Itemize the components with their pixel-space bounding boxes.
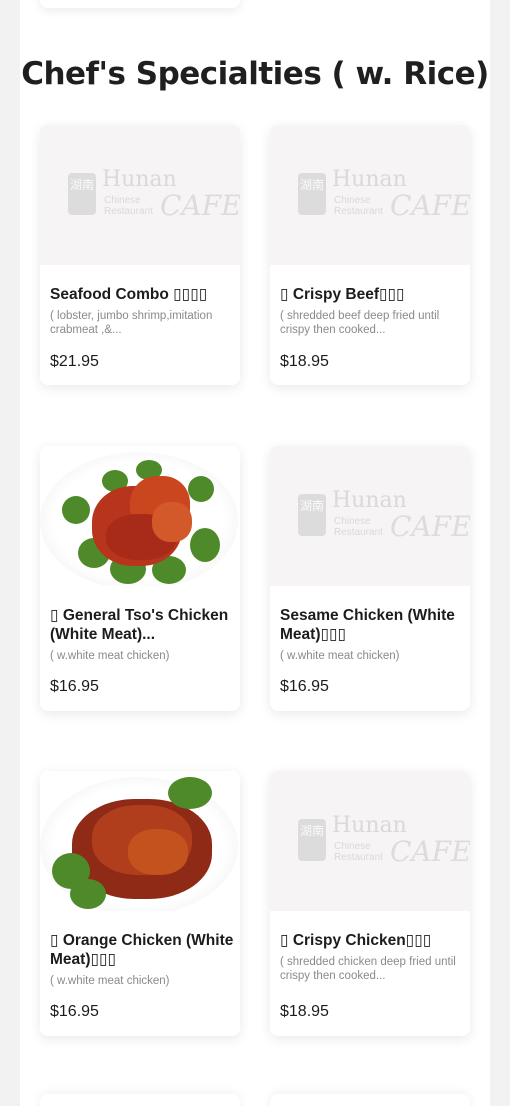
menu-item-description: ( shredded beef deep fried until crispy … [280, 310, 440, 336]
menu-item-card[interactable]: 湖南 Hunan Chinese Restaurant CAFE Sesame C… [270, 446, 470, 711]
menu-item-name: ▯ Crispy Chicken▯▯▯ [280, 932, 432, 949]
menu-item-description: ( shredded chicken deep fried until cris… [280, 956, 456, 982]
menu-item-card[interactable]: ▯ Orange Chicken (White Meat)▯▯▯ ( w.whi… [40, 771, 240, 1036]
menu-item-description: ( lobster, jumbo shrimp,imitation crabme… [50, 310, 213, 336]
menu-item-card[interactable]: ▯ General Tso's Chicken (White Meat)... … [40, 446, 240, 711]
menu-item-image: 湖南 Hunan Chinese Restaurant CAFE [270, 771, 470, 911]
section-title: Chef's Specialties ( w. Rice) [21, 56, 489, 92]
menu-item-name: ▯ Orange Chicken (White Meat)▯▯▯ [50, 932, 234, 968]
menu-item-image: 湖南 Hunan Chinese Restaurant CAFE [270, 125, 470, 265]
hunan-cafe-logo: 湖南 Hunan Chinese Restaurant CAFE [298, 167, 470, 222]
menu-item-image: 湖南 Hunan Chinese Restaurant CAFE [40, 125, 240, 265]
menu-item-price: $18.95 [280, 353, 329, 370]
menu-item-card[interactable]: 湖南 Hunan Chinese Restaurant CAFE ▯ Crispy… [270, 771, 470, 1036]
menu-item-name: ▯ General Tso's Chicken (White Meat)... [50, 607, 229, 643]
menu-item-card[interactable]: 湖南 Hunan Chinese Restaurant CAFE ▯ Crispy… [270, 125, 470, 385]
hunan-cafe-logo: 湖南 Hunan Chinese Restaurant CAFE [298, 813, 470, 868]
hunan-cafe-logo: 湖南 Hunan Chinese Restaurant CAFE [298, 488, 470, 543]
orange-chicken-photo [40, 771, 240, 911]
menu-item-price: $18.95 [280, 1003, 329, 1020]
menu-item-name: Seafood Combo ▯▯▯▯ [50, 286, 208, 303]
menu-item-image: 湖南 Hunan Chinese Restaurant CAFE [270, 446, 470, 586]
next-menu-card[interactable] [270, 1094, 470, 1106]
menu-item-description: ( w.white meat chicken) [50, 975, 170, 987]
menu-item-card[interactable]: 湖南 Hunan Chinese Restaurant CAFE Seafood … [40, 125, 240, 385]
next-menu-card[interactable] [40, 1094, 240, 1106]
general-tso-chicken-photo [40, 446, 240, 586]
menu-item-name: ▯ Crispy Beef▯▯▯ [280, 286, 405, 303]
menu-item-description: ( w.white meat chicken) [280, 650, 400, 662]
hunan-cafe-logo: 湖南 Hunan Chinese Restaurant CAFE [68, 167, 240, 222]
menu-item-description: ( w.white meat chicken) [50, 650, 170, 662]
previous-menu-card[interactable] [40, 0, 240, 8]
menu-item-price: $16.95 [280, 678, 329, 695]
menu-item-price: $16.95 [50, 1003, 99, 1020]
menu-item-price: $16.95 [50, 678, 99, 695]
menu-item-name: Sesame Chicken (White Meat)▯▯▯ [280, 607, 455, 643]
menu-item-price: $21.95 [50, 353, 99, 370]
